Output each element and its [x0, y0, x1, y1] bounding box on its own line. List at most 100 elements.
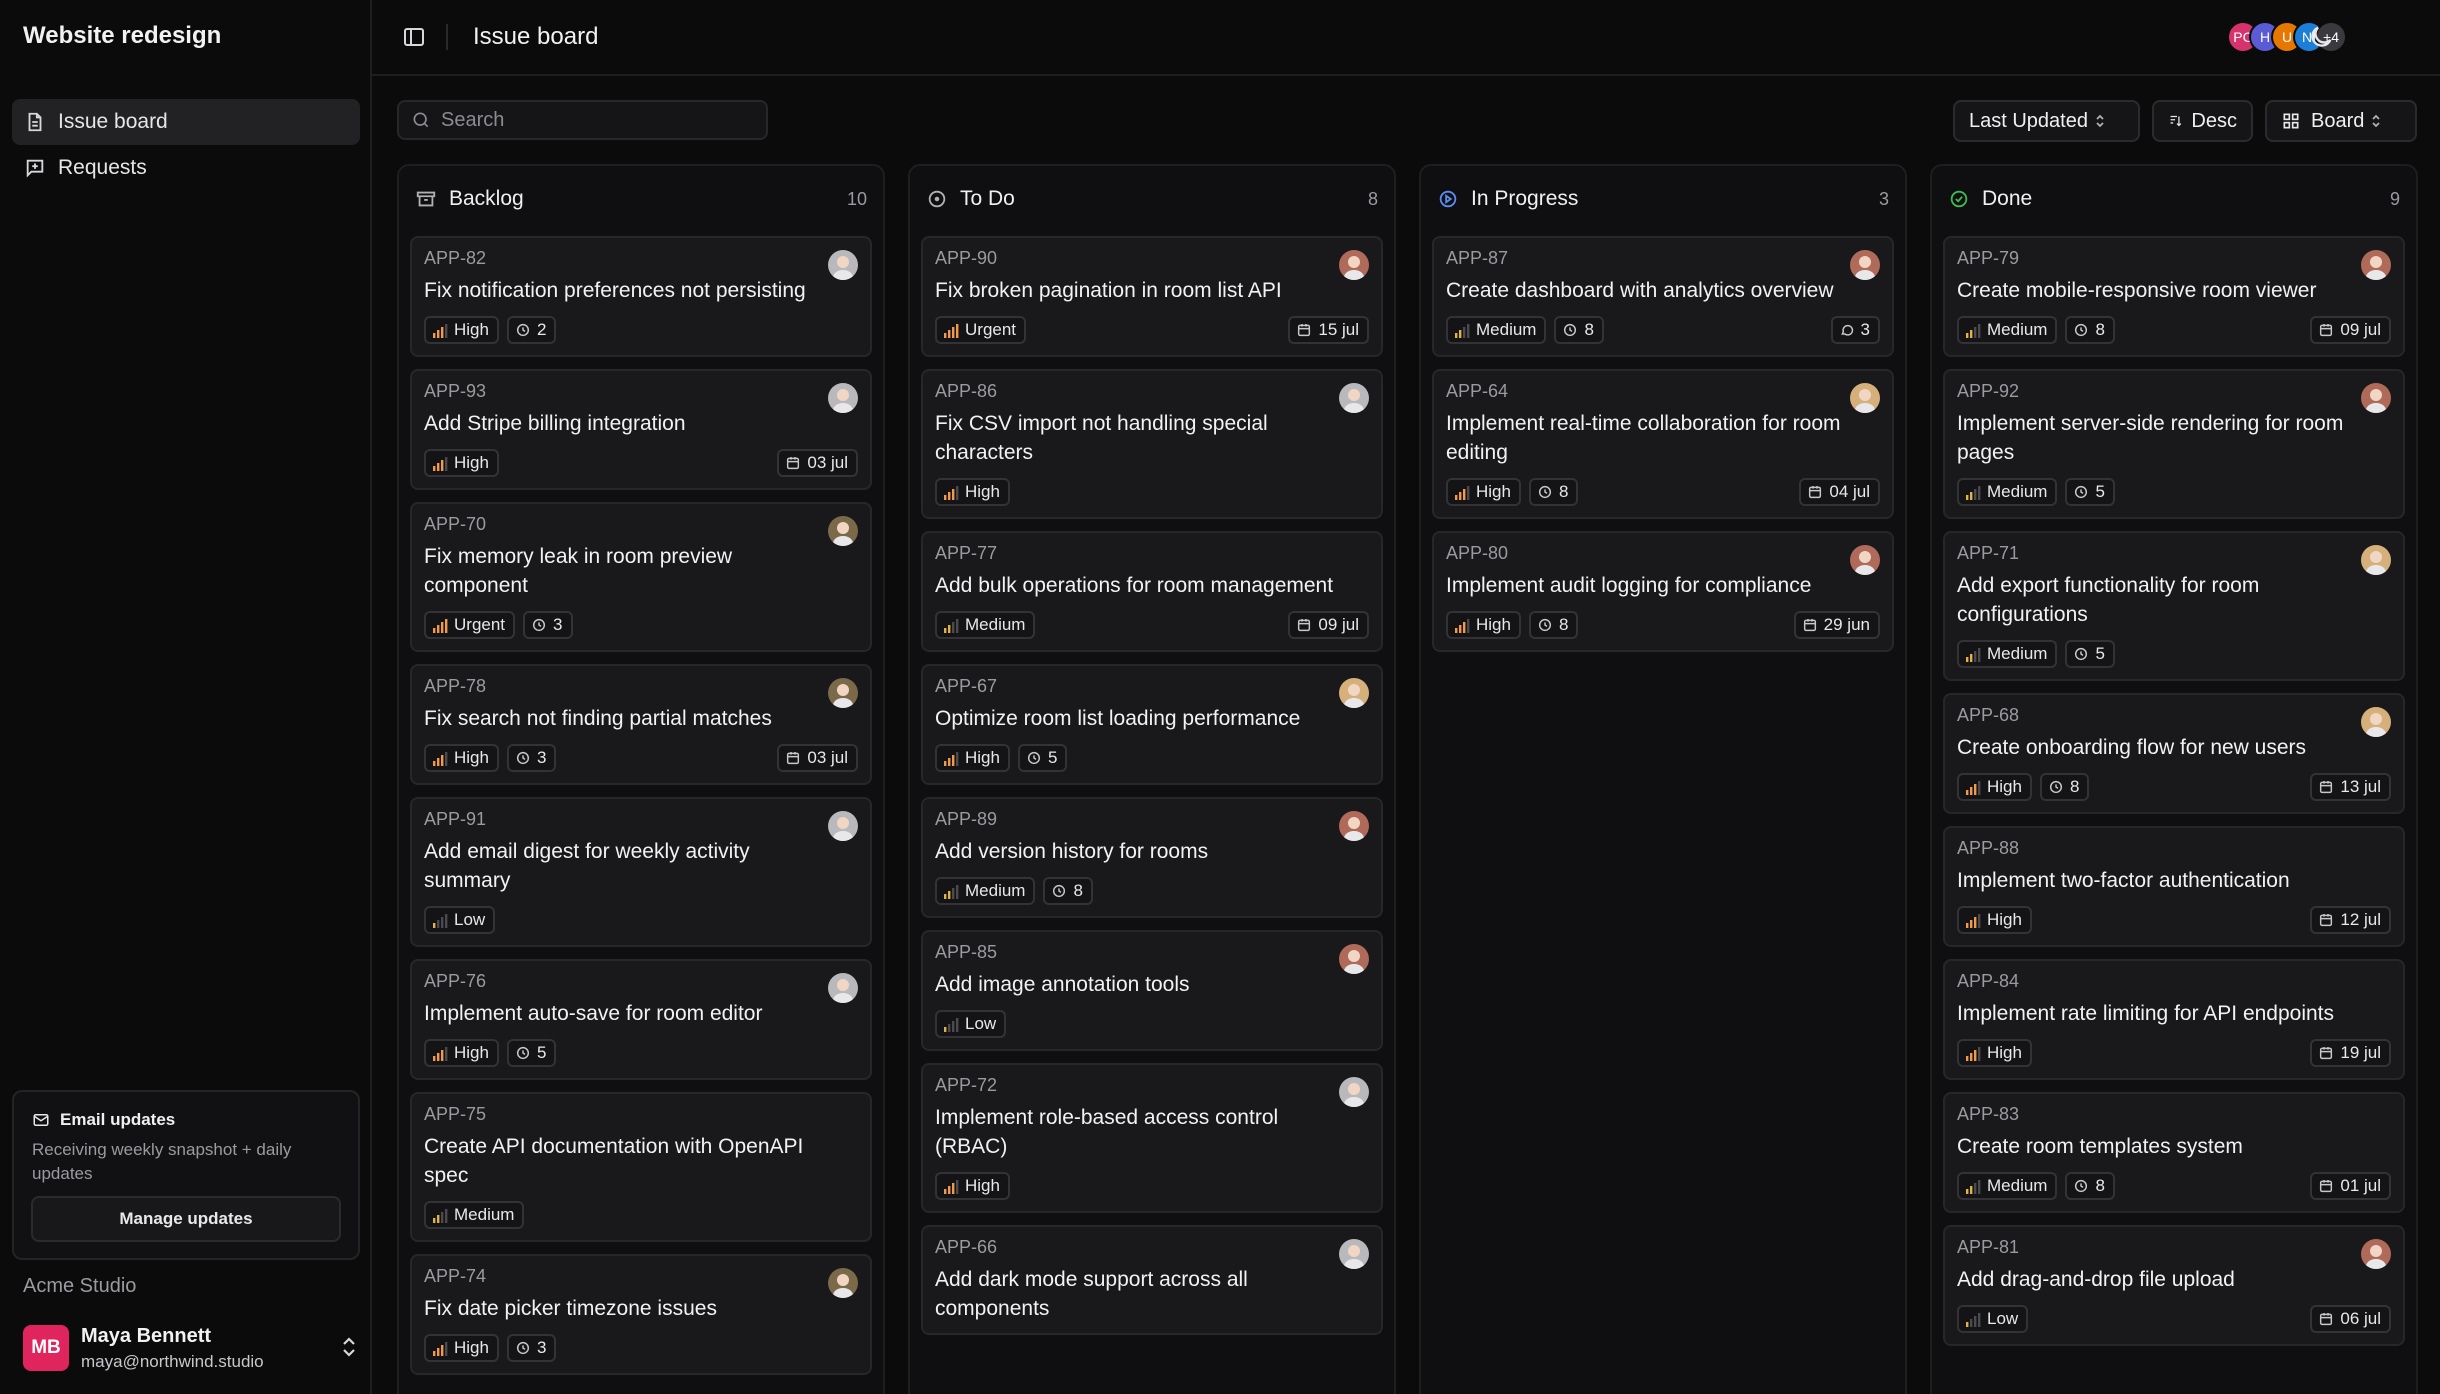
issue-card[interactable]: APP-83 Create room templates system Medium…: [1943, 1092, 2405, 1213]
issue-card[interactable]: APP-89 Add version history for rooms Mediu…: [921, 797, 1383, 918]
issue-card[interactable]: APP-78 Fix search not finding partial mat…: [410, 664, 872, 785]
assignee-avatar[interactable]: [1339, 678, 1369, 708]
issue-card[interactable]: APP-76 Implement auto-save for room edito…: [410, 959, 872, 1080]
assignee-avatar[interactable]: [1339, 1239, 1369, 1269]
issue-card[interactable]: APP-72 Implement role-based access contro…: [921, 1063, 1383, 1213]
estimate-badge[interactable]: 3: [506, 1334, 557, 1362]
issue-card[interactable]: APP-87 Create dashboard with analytics ov…: [1432, 236, 1894, 357]
due-date-badge[interactable]: 19 jul: [2310, 1039, 2391, 1067]
due-date-badge[interactable]: 03 jul: [777, 449, 858, 477]
due-date-badge[interactable]: 29 jun: [1793, 611, 1880, 639]
priority-badge[interactable]: High: [424, 1039, 499, 1067]
estimate-badge[interactable]: 3: [506, 744, 557, 772]
issue-card[interactable]: APP-93 Add Stripe billing integration High…: [410, 369, 872, 490]
assignee-avatar[interactable]: [828, 1268, 858, 1298]
estimate-badge[interactable]: 8: [2065, 1172, 2115, 1200]
user-menu[interactable]: MB Maya Bennett maya@northwind.studio: [23, 1320, 359, 1376]
issue-card[interactable]: APP-90 Fix broken pagination in room list…: [921, 236, 1383, 357]
assignee-avatar[interactable]: [828, 250, 858, 280]
priority-badge[interactable]: High: [935, 1172, 1010, 1200]
issue-card[interactable]: APP-74 Fix date picker timezone issues Hig…: [410, 1254, 872, 1375]
issue-card[interactable]: APP-84 Implement rate limiting for API en…: [1943, 959, 2405, 1080]
assignee-avatar[interactable]: [1850, 250, 1880, 280]
priority-badge[interactable]: High: [1446, 478, 1521, 506]
estimate-badge[interactable]: 5: [2065, 478, 2115, 506]
issue-card[interactable]: APP-88 Implement two-factor authenticatio…: [1943, 826, 2405, 947]
issue-card[interactable]: APP-66 Add dark mode support across all c…: [921, 1225, 1383, 1335]
estimate-badge[interactable]: 2: [506, 316, 557, 344]
priority-badge[interactable]: High: [1957, 906, 2032, 934]
due-date-badge[interactable]: 12 jul: [2310, 906, 2391, 934]
due-date-badge[interactable]: 01 jul: [2310, 1172, 2391, 1200]
due-date-badge[interactable]: 15 jul: [1288, 316, 1369, 344]
sidebar-item-requests[interactable]: Requests: [12, 145, 360, 191]
priority-badge[interactable]: High: [935, 744, 1010, 772]
issue-card[interactable]: APP-70 Fix memory leak in room preview co…: [410, 502, 872, 652]
due-date-badge[interactable]: 04 jul: [1799, 478, 1880, 506]
issue-card[interactable]: APP-77 Add bulk operations for room manag…: [921, 531, 1383, 652]
priority-badge[interactable]: Medium: [935, 877, 1036, 905]
assignee-avatar[interactable]: [1339, 811, 1369, 841]
assignee-avatar[interactable]: [1339, 944, 1369, 974]
assignee-avatar[interactable]: [2361, 545, 2391, 575]
issue-card[interactable]: APP-64 Implement real-time collaboration …: [1432, 369, 1894, 519]
sort-order-button[interactable]: Desc: [2152, 100, 2253, 142]
issue-card[interactable]: APP-81 Add drag-and-drop file upload Low 06…: [1943, 1225, 2405, 1346]
estimate-badge[interactable]: 3: [523, 611, 573, 639]
estimate-badge[interactable]: 8: [1528, 611, 1579, 639]
estimate-badge[interactable]: 8: [1043, 877, 1093, 905]
priority-badge[interactable]: Medium: [1446, 316, 1547, 344]
priority-badge[interactable]: Urgent: [424, 611, 516, 639]
priority-badge[interactable]: Low: [424, 906, 496, 934]
priority-badge[interactable]: Medium: [1957, 1172, 2058, 1200]
sort-field-select[interactable]: Last Updated: [1953, 100, 2140, 142]
comments-badge[interactable]: 3: [1830, 316, 1880, 344]
priority-badge[interactable]: Medium: [935, 611, 1036, 639]
due-date-badge[interactable]: 09 jul: [1288, 611, 1369, 639]
estimate-badge[interactable]: 5: [2065, 640, 2115, 668]
due-date-badge[interactable]: 03 jul: [777, 744, 858, 772]
view-select[interactable]: Board: [2265, 100, 2417, 142]
issue-card[interactable]: APP-68 Create onboarding flow for new use…: [1943, 693, 2405, 814]
assignee-avatar[interactable]: [2361, 1239, 2391, 1269]
issue-card[interactable]: APP-92 Implement server-side rendering fo…: [1943, 369, 2405, 519]
estimate-badge[interactable]: 8: [2039, 773, 2090, 801]
assignee-avatar[interactable]: [2361, 707, 2391, 737]
assignee-avatar[interactable]: [828, 973, 858, 1003]
estimate-badge[interactable]: 8: [2065, 316, 2115, 344]
issue-card[interactable]: APP-91 Add email digest for weekly activi…: [410, 797, 872, 947]
assignee-avatar[interactable]: [2361, 250, 2391, 280]
priority-badge[interactable]: Medium: [1957, 640, 2058, 668]
manage-updates-button[interactable]: Manage updates: [31, 1196, 341, 1242]
priority-badge[interactable]: High: [1957, 773, 2032, 801]
issue-card[interactable]: APP-80 Implement audit logging for compli…: [1432, 531, 1894, 652]
priority-badge[interactable]: Medium: [1957, 478, 2058, 506]
due-date-badge[interactable]: 09 jul: [2310, 316, 2391, 344]
assignee-avatar[interactable]: [828, 811, 858, 841]
sidebar-toggle-icon[interactable]: [402, 25, 426, 49]
priority-badge[interactable]: High: [1957, 1039, 2032, 1067]
issue-card[interactable]: APP-71 Add export functionality for room …: [1943, 531, 2405, 681]
priority-badge[interactable]: Urgent: [935, 316, 1027, 344]
estimate-badge[interactable]: 5: [1017, 744, 1068, 772]
due-date-badge[interactable]: 13 jul: [2310, 773, 2391, 801]
assignee-avatar[interactable]: [1339, 250, 1369, 280]
sidebar-item-issue-board[interactable]: Issue board: [12, 99, 360, 145]
priority-badge[interactable]: High: [935, 478, 1010, 506]
priority-badge[interactable]: High: [424, 316, 499, 344]
issue-card[interactable]: APP-82 Fix notification preferences not p…: [410, 236, 872, 357]
priority-badge[interactable]: Medium: [1957, 316, 2058, 344]
assignee-avatar[interactable]: [2361, 383, 2391, 413]
assignee-avatar[interactable]: [828, 678, 858, 708]
issue-card[interactable]: APP-79 Create mobile-responsive room view…: [1943, 236, 2405, 357]
assignee-avatar[interactable]: [828, 516, 858, 546]
priority-badge[interactable]: High: [424, 449, 499, 477]
estimate-badge[interactable]: 5: [506, 1039, 557, 1067]
search-input[interactable]: [441, 108, 741, 132]
assignee-avatar[interactable]: [1850, 383, 1880, 413]
issue-card[interactable]: APP-86 Fix CSV import not handling specia…: [921, 369, 1383, 519]
due-date-badge[interactable]: 06 jul: [2310, 1305, 2391, 1333]
estimate-badge[interactable]: 8: [1528, 478, 1579, 506]
moon-icon[interactable]: [2307, 23, 2335, 51]
priority-badge[interactable]: High: [1446, 611, 1521, 639]
